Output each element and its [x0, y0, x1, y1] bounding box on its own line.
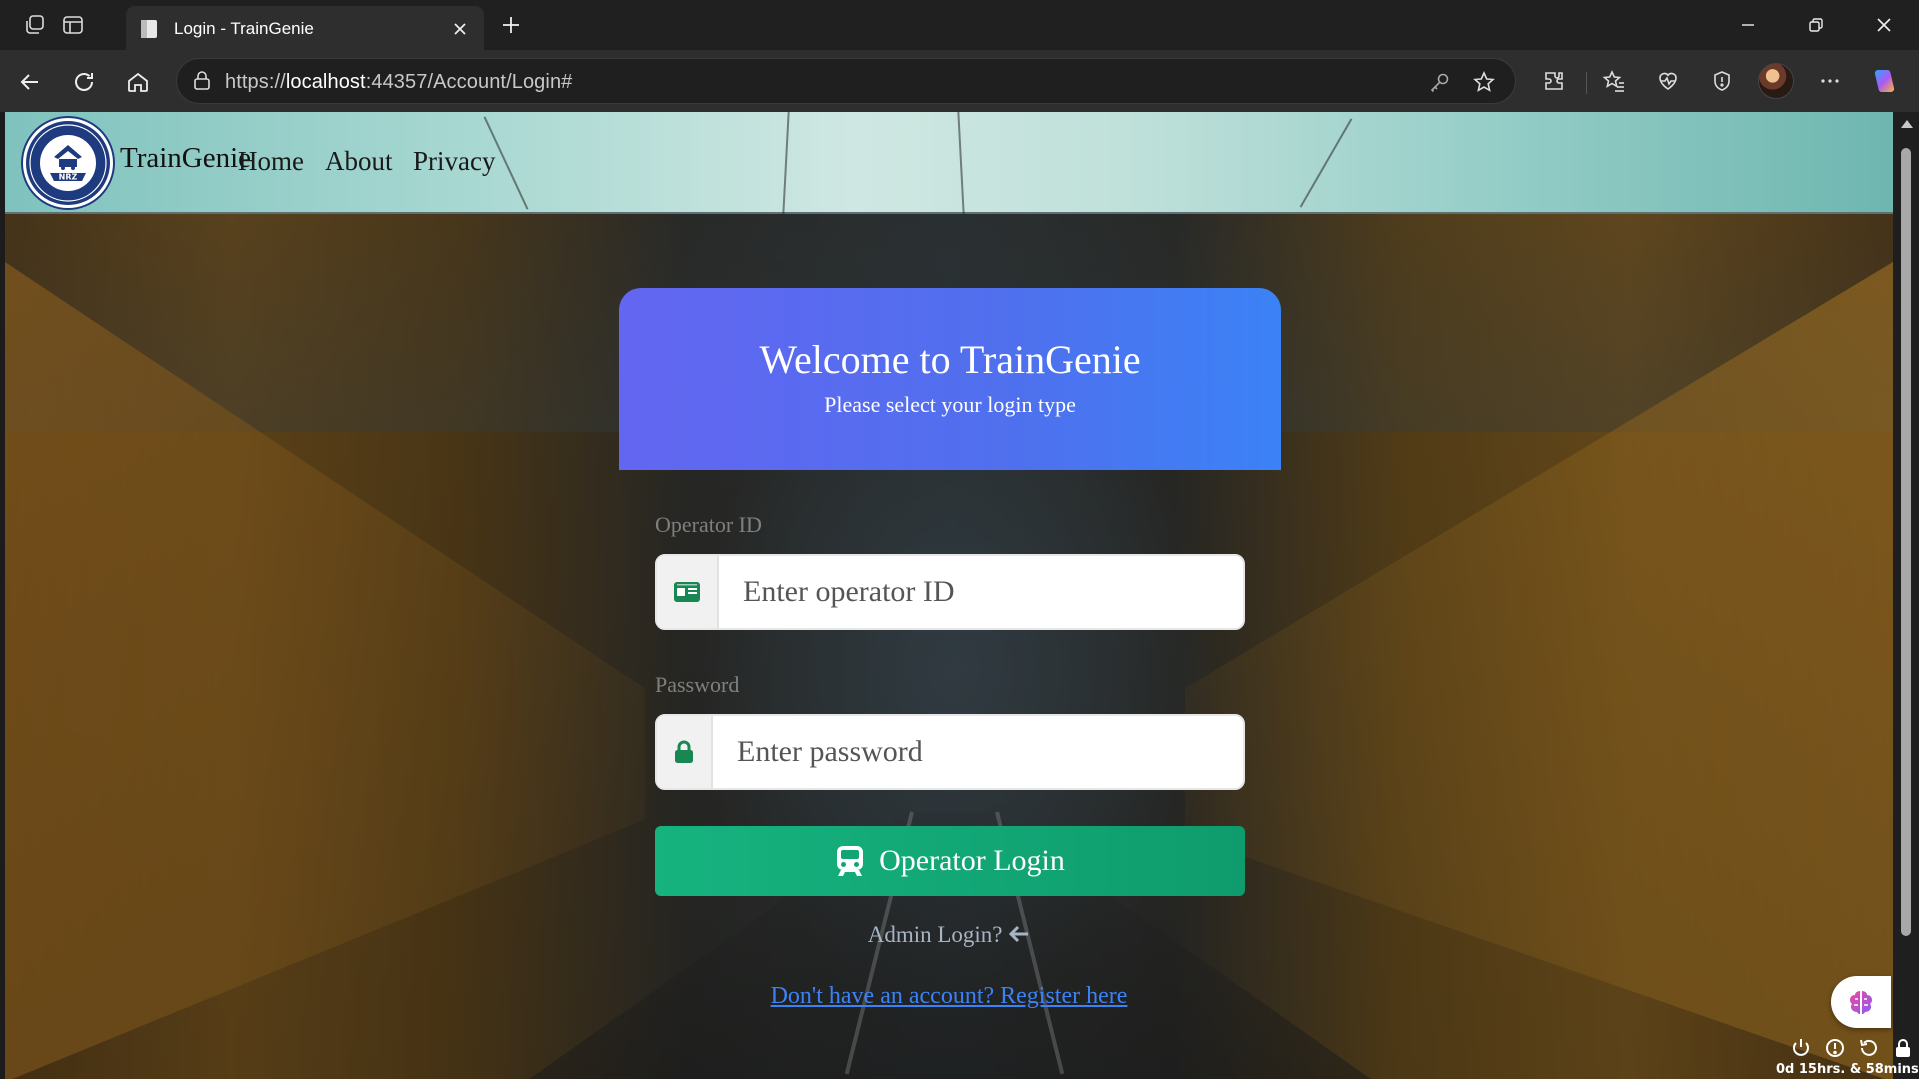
- floating-assistant-button[interactable]: [1831, 976, 1891, 1028]
- back-icon[interactable]: [12, 64, 48, 100]
- site-header: NRZ TrainGenie Home About Privacy: [5, 112, 1893, 214]
- operator-id-input[interactable]: [743, 556, 1233, 628]
- scroll-up-arrow-icon[interactable]: [1901, 120, 1913, 128]
- operator-id-field: [655, 554, 1245, 630]
- arrow-left-icon: [1009, 925, 1029, 943]
- login-subtitle: Please select your login type: [824, 392, 1076, 417]
- page-viewport: NRZ TrainGenie Home About Privacy Welcom…: [5, 112, 1893, 1079]
- lock-screen-icon[interactable]: [1892, 1037, 1914, 1059]
- id-card-icon: [657, 556, 719, 628]
- home-icon[interactable]: [120, 64, 156, 100]
- password-label: Password: [655, 672, 740, 697]
- browser-tab-bar: Login - TrainGenie: [0, 0, 1919, 50]
- browser-essentials-icon[interactable]: [1650, 63, 1686, 99]
- login-title: Welcome to TrainGenie: [759, 337, 1141, 382]
- shield-icon[interactable]: [1704, 63, 1740, 99]
- system-tray-widget: 0d 15hrs. & 58mins.: [1776, 1035, 1919, 1079]
- site-brand[interactable]: TrainGenie: [120, 142, 251, 175]
- tab-actions-icon[interactable]: [56, 9, 90, 41]
- password-key-icon[interactable]: [1427, 69, 1453, 95]
- scroll-thumb[interactable]: [1901, 148, 1911, 936]
- page-favicon-icon: [138, 18, 160, 40]
- site-info-lock-icon[interactable]: [191, 70, 213, 92]
- password-field: [655, 714, 1245, 790]
- overhead-wire: [1299, 118, 1353, 208]
- page-scrollbar[interactable]: [1893, 112, 1919, 1079]
- uptime-text: 0d 15hrs. & 58mins.: [1776, 1062, 1919, 1077]
- login-card-header: Welcome to TrainGenie Please select your…: [619, 288, 1281, 470]
- site-logo[interactable]: NRZ: [23, 118, 113, 208]
- restore-icon[interactable]: [1782, 0, 1850, 50]
- register-link[interactable]: Don't have an account? Register here: [5, 983, 1893, 1010]
- train-icon: [837, 846, 864, 876]
- operator-login-label: Operator Login: [879, 844, 1065, 877]
- url-text[interactable]: https://localhost:44357/Account/Login#: [225, 71, 572, 94]
- admin-login-link[interactable]: Admin Login?: [5, 922, 1893, 948]
- operator-id-label: Operator ID: [655, 512, 762, 537]
- window-close-icon[interactable]: [1850, 0, 1918, 50]
- operator-login-button[interactable]: Operator Login: [655, 826, 1245, 896]
- password-input[interactable]: [737, 716, 1233, 788]
- browser-toolbar: https://localhost:44357/Account/Login#: [0, 50, 1919, 112]
- favorites-icon[interactable]: [1596, 63, 1632, 99]
- url-host: localhost: [285, 71, 366, 93]
- active-tab[interactable]: Login - TrainGenie: [126, 6, 484, 50]
- address-bar[interactable]: https://localhost:44357/Account/Login#: [176, 58, 1516, 104]
- url-prefix: https://: [225, 71, 286, 93]
- tab-close-icon[interactable]: [448, 17, 472, 41]
- extensions-icon[interactable]: [1536, 63, 1572, 99]
- brain-icon: [1850, 991, 1872, 1014]
- more-options-icon[interactable]: [1812, 63, 1848, 99]
- minimize-icon[interactable]: [1714, 0, 1782, 50]
- info-icon[interactable]: [1824, 1037, 1846, 1059]
- url-path: :44357/Account/Login#: [365, 71, 573, 93]
- favorite-star-icon[interactable]: [1471, 69, 1497, 95]
- nav-link-privacy[interactable]: Privacy: [413, 146, 495, 177]
- restart-icon[interactable]: [1858, 1037, 1880, 1059]
- nav-link-about[interactable]: About: [325, 146, 393, 177]
- tab-title: Login - TrainGenie: [174, 19, 314, 38]
- overhead-wire: [782, 112, 790, 214]
- lock-icon: [657, 716, 713, 788]
- admin-login-text: Admin Login?: [867, 922, 1003, 947]
- workspaces-icon[interactable]: [18, 9, 52, 41]
- copilot-icon[interactable]: [1866, 63, 1902, 99]
- nav-link-home[interactable]: Home: [238, 146, 304, 177]
- logo-text: NRZ: [59, 173, 78, 182]
- new-tab-icon[interactable]: [494, 9, 528, 41]
- logo-emblem-icon: NRZ: [29, 124, 107, 202]
- refresh-icon[interactable]: [66, 64, 102, 100]
- profile-avatar[interactable]: [1758, 63, 1794, 99]
- toolbar-separator: [1586, 72, 1587, 94]
- power-icon[interactable]: [1790, 1037, 1812, 1059]
- overhead-wire: [957, 112, 965, 214]
